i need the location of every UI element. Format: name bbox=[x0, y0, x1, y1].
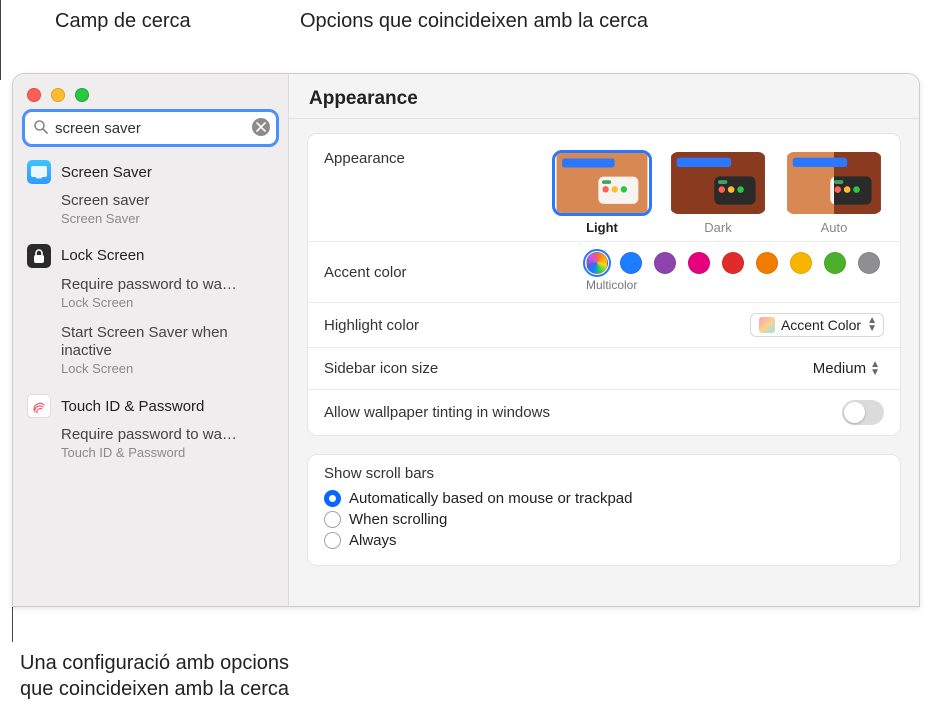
radio-icon bbox=[324, 511, 341, 528]
search-result-item[interactable]: Start Screen Saver when inactive Lock Sc… bbox=[27, 320, 278, 379]
row-label: Highlight color bbox=[324, 317, 419, 334]
scrollbars-option-when-scrolling[interactable]: When scrolling bbox=[324, 509, 884, 530]
mode-label: Dark bbox=[668, 220, 768, 235]
window-controls bbox=[13, 74, 288, 112]
highlight-color-select[interactable]: Accent Color ▲▼ bbox=[750, 313, 884, 337]
search-results: Screen Saver Screen saver Screen Saver L… bbox=[13, 152, 288, 474]
allow-tinting-toggle[interactable] bbox=[842, 400, 884, 425]
highlight-swatch-icon bbox=[759, 317, 775, 333]
sidebar-item-label: Lock Screen bbox=[61, 247, 144, 264]
appearance-mode-dark[interactable]: Dark bbox=[668, 150, 768, 235]
mode-label: Auto bbox=[784, 220, 884, 235]
settings-window: Screen Saver Screen saver Screen Saver L… bbox=[12, 73, 920, 607]
callout-matching-options: Opcions que coincideixen amb la cerca bbox=[300, 10, 648, 33]
minimize-button[interactable] bbox=[51, 88, 65, 102]
sidebar-item-touchid[interactable]: Touch ID & Password Require password to … bbox=[27, 390, 278, 462]
row-label: Allow wallpaper tinting in windows bbox=[324, 404, 550, 421]
search-field-wrapper bbox=[25, 112, 276, 144]
scrollbars-option-auto[interactable]: Automatically based on mouse or trackpad bbox=[324, 488, 884, 509]
chevron-updown-icon: ▲▼ bbox=[867, 317, 877, 333]
accent-selected-label: Multicolor bbox=[586, 278, 884, 292]
accent-swatch-orange[interactable] bbox=[756, 252, 778, 274]
sidebar-item-screen-saver[interactable]: Screen Saver Screen saver Screen Saver bbox=[27, 156, 278, 228]
row-label: Appearance bbox=[324, 150, 405, 167]
accent-swatch-yellow[interactable] bbox=[790, 252, 812, 274]
main-content: Appearance Appearance Light bbox=[289, 74, 919, 606]
callout-line bbox=[0, 0, 1, 40]
radio-icon bbox=[324, 490, 341, 507]
search-icon bbox=[33, 119, 49, 135]
sidebar-icon-size-value: Medium bbox=[813, 360, 866, 377]
scrollbars-option-always[interactable]: Always bbox=[324, 530, 884, 551]
option-label: When scrolling bbox=[349, 511, 447, 528]
clear-search-button[interactable] bbox=[252, 118, 270, 136]
page-title: Appearance bbox=[289, 74, 919, 119]
radio-icon bbox=[324, 532, 341, 549]
appearance-mode-auto[interactable]: Auto bbox=[784, 150, 884, 235]
callout-setting-with-matches: Una configuració amb opcions que coincid… bbox=[20, 650, 289, 702]
row-label: Accent color bbox=[324, 264, 407, 281]
chevron-updown-icon: ▲▼ bbox=[870, 361, 880, 377]
accent-color-picker: Multicolor bbox=[586, 252, 884, 292]
sidebar-item-label: Touch ID & Password bbox=[61, 398, 204, 415]
screensaver-icon bbox=[27, 160, 51, 184]
appearance-mode-light[interactable]: Light bbox=[552, 150, 652, 235]
sidebar-icon-size-select[interactable]: Medium ▲▼ bbox=[809, 358, 884, 379]
sidebar-item-lock-screen[interactable]: Lock Screen Require password to wa… Lock… bbox=[27, 240, 278, 378]
sidebar: Screen Saver Screen saver Screen Saver L… bbox=[13, 74, 289, 606]
row-label: Sidebar icon size bbox=[324, 360, 438, 377]
accent-swatch-blue[interactable] bbox=[620, 252, 642, 274]
appearance-mode-picker: Light Dark bbox=[552, 150, 884, 235]
accent-swatch-multicolor[interactable] bbox=[586, 252, 608, 274]
highlight-color-value: Accent Color bbox=[781, 317, 861, 333]
panel-scrollbars: Show scroll bars Automatically based on … bbox=[307, 454, 901, 566]
search-result-item[interactable]: Require password to wa… Lock Screen bbox=[27, 272, 278, 312]
sidebar-item-label: Screen Saver bbox=[61, 164, 152, 181]
accent-swatch-red[interactable] bbox=[722, 252, 744, 274]
close-button[interactable] bbox=[27, 88, 41, 102]
option-label: Automatically based on mouse or trackpad bbox=[349, 490, 632, 507]
mode-label: Light bbox=[552, 220, 652, 235]
fingerprint-icon bbox=[27, 394, 51, 418]
lock-icon bbox=[27, 244, 51, 268]
zoom-button[interactable] bbox=[75, 88, 89, 102]
search-result-item[interactable]: Require password to wa… Touch ID & Passw… bbox=[27, 422, 278, 462]
option-label: Always bbox=[349, 532, 397, 549]
panel-appearance: Appearance Light Dark bbox=[307, 133, 901, 436]
accent-swatch-green[interactable] bbox=[824, 252, 846, 274]
accent-swatch-pink[interactable] bbox=[688, 252, 710, 274]
callout-search-field: Camp de cerca bbox=[55, 10, 191, 33]
row-label: Show scroll bars bbox=[324, 465, 884, 482]
accent-swatch-purple[interactable] bbox=[654, 252, 676, 274]
search-result-item[interactable]: Screen saver Screen Saver bbox=[27, 188, 278, 228]
accent-swatch-graphite[interactable] bbox=[858, 252, 880, 274]
search-input[interactable] bbox=[25, 112, 276, 144]
callout-line bbox=[0, 40, 1, 80]
